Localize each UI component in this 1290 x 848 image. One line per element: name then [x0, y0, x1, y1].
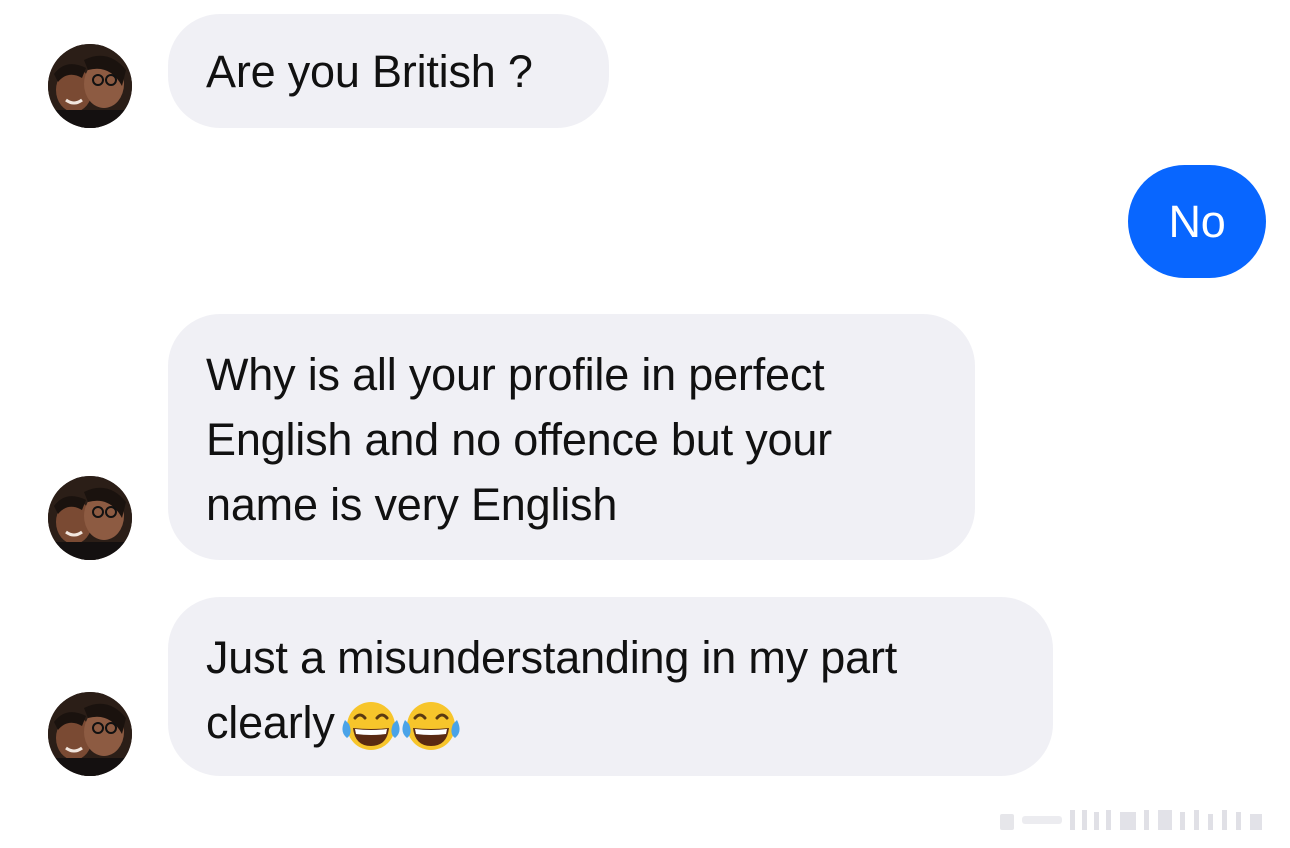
- message-thread: Are you British ? No Why is all your pro…: [0, 0, 1290, 848]
- message-text: No: [1168, 196, 1226, 247]
- message-text: Just a misunderstanding in my part clear…: [206, 632, 898, 748]
- message-text: Are you British ?: [206, 46, 533, 97]
- face-with-tears-of-joy-icon: [341, 698, 401, 754]
- watermark: [1000, 810, 1262, 830]
- profile-photo-icon: [48, 44, 132, 128]
- face-with-tears-of-joy-icon: [401, 698, 461, 754]
- avatar[interactable]: [48, 476, 132, 560]
- message-bubble-incoming[interactable]: Just a misunderstanding in my part clear…: [168, 597, 1053, 776]
- profile-photo-icon: [48, 476, 132, 560]
- message-text: Why is all your profile in perfect Engli…: [206, 349, 832, 530]
- message-bubble-incoming[interactable]: Why is all your profile in perfect Engli…: [168, 314, 975, 560]
- avatar[interactable]: [48, 44, 132, 128]
- avatar[interactable]: [48, 692, 132, 776]
- emoji-group: [341, 690, 461, 755]
- profile-photo-icon: [48, 692, 132, 776]
- message-bubble-outgoing[interactable]: No: [1128, 165, 1266, 278]
- message-bubble-incoming[interactable]: Are you British ?: [168, 14, 609, 128]
